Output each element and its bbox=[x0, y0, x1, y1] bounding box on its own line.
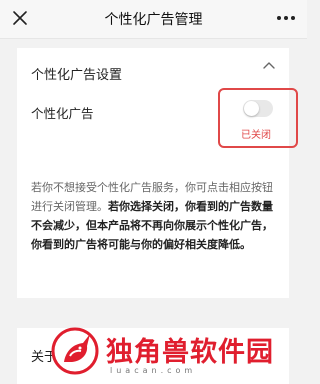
description-text: 若你不想接受个性化广告服务，你可点击相应按钮进行关闭管理。若你选择关闭，你看到的… bbox=[31, 178, 277, 254]
toggle-knob bbox=[244, 101, 259, 116]
personalized-ads-toggle[interactable] bbox=[243, 100, 273, 117]
chevron-up-icon bbox=[263, 62, 275, 69]
unicorn-logo-icon bbox=[51, 327, 99, 375]
section-title: 个性化广告设置 bbox=[31, 68, 123, 83]
close-icon bbox=[13, 11, 27, 25]
personalized-ads-label: 个性化广告 bbox=[31, 106, 94, 121]
settings-card: 个性化广告设置 个性化广告 已关闭 若你不想接受个性化广告服务，你可点击相应按钮… bbox=[17, 48, 298, 298]
status-text: 已关闭 bbox=[241, 130, 271, 141]
page-title: 个性化广告管理 bbox=[104, 12, 203, 28]
watermark: 独角兽软件园 luacan.com bbox=[50, 322, 307, 384]
close-button[interactable] bbox=[8, 6, 32, 30]
watermark-sub: luacan.com bbox=[110, 366, 197, 375]
collapse-button[interactable] bbox=[261, 58, 277, 74]
top-bar: 个性化广告管理 bbox=[0, 0, 307, 39]
more-icon bbox=[277, 16, 295, 20]
more-button[interactable] bbox=[273, 6, 299, 30]
watermark-brand: 独角兽软件园 bbox=[106, 337, 274, 368]
